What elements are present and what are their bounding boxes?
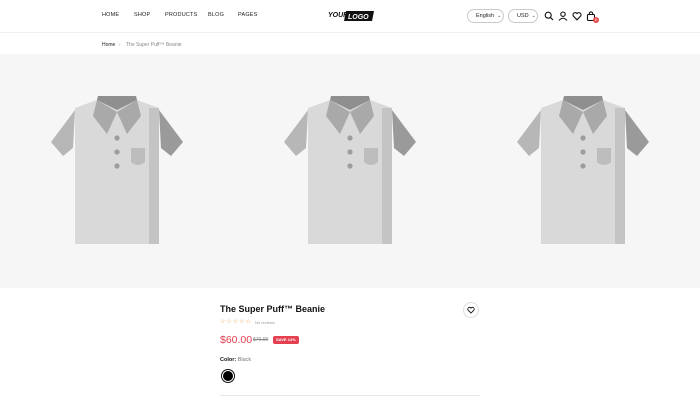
currency-selector[interactable]: USD ⌄ [508, 9, 538, 23]
star-empty-icon: ☆ [245, 319, 251, 325]
section-divider [220, 395, 480, 396]
star-empty-icon: ☆ [232, 319, 239, 325]
color-option-label: Color: Black [220, 357, 251, 363]
chevron-down-icon: ⌄ [497, 13, 502, 19]
currency-value: USD [517, 13, 529, 19]
breadcrumb-home[interactable]: Home [102, 42, 115, 48]
star-empty-icon: ☆ [220, 319, 226, 325]
logo-text-logo: LOGO [348, 14, 369, 21]
color-value: Black [237, 357, 252, 363]
star-empty-icon: ☆ [226, 319, 232, 325]
color-swatch-black[interactable] [221, 369, 235, 383]
breadcrumb-current: The Super Puff™ Beanie [126, 42, 182, 48]
save-badge: SAVE 14% [273, 336, 299, 344]
product-price: $60.00 [220, 334, 253, 346]
reviews-count: No reviews [255, 320, 275, 325]
product-image-1[interactable] [49, 96, 185, 244]
breadcrumb-separator: › [119, 42, 121, 47]
wishlist-button[interactable] [463, 302, 479, 318]
cart-icon[interactable]: 0 [585, 10, 599, 23]
product-title: The Super Puff™ Beanie [220, 304, 326, 314]
nav-home[interactable]: HOME [102, 12, 119, 18]
rating-stars: ☆ ☆ ☆ ☆ ☆ [220, 319, 251, 325]
language-selector[interactable]: English ⌄ [467, 9, 504, 23]
product-gallery [0, 54, 700, 288]
heart-icon [467, 306, 475, 314]
product-image-3[interactable] [515, 96, 651, 244]
site-logo[interactable]: YOUR LOGO [327, 9, 374, 22]
language-value: English [476, 13, 495, 19]
nav-blog[interactable]: BLOG [208, 12, 224, 18]
heart-icon[interactable] [571, 10, 583, 22]
cart-count-badge: 0 [593, 17, 599, 23]
user-icon[interactable] [557, 10, 569, 22]
product-image-2[interactable] [282, 96, 418, 244]
star-empty-icon: ☆ [239, 319, 245, 325]
nav-pages[interactable]: PAGES [238, 12, 258, 18]
nav-shop[interactable]: SHOP [134, 12, 150, 18]
breadcrumb: Home › The Super Puff™ Beanie [0, 32, 700, 54]
color-label: Color: [220, 357, 237, 363]
compare-price: $70.00 [253, 337, 269, 343]
site-header: HOME SHOP PRODUCTS BLOG PAGES YOUR LOGO … [0, 0, 700, 32]
swatch-fill [223, 371, 233, 381]
nav-products[interactable]: PRODUCTS [165, 12, 197, 18]
chevron-down-icon: ⌄ [531, 13, 536, 19]
search-icon[interactable] [543, 10, 555, 22]
